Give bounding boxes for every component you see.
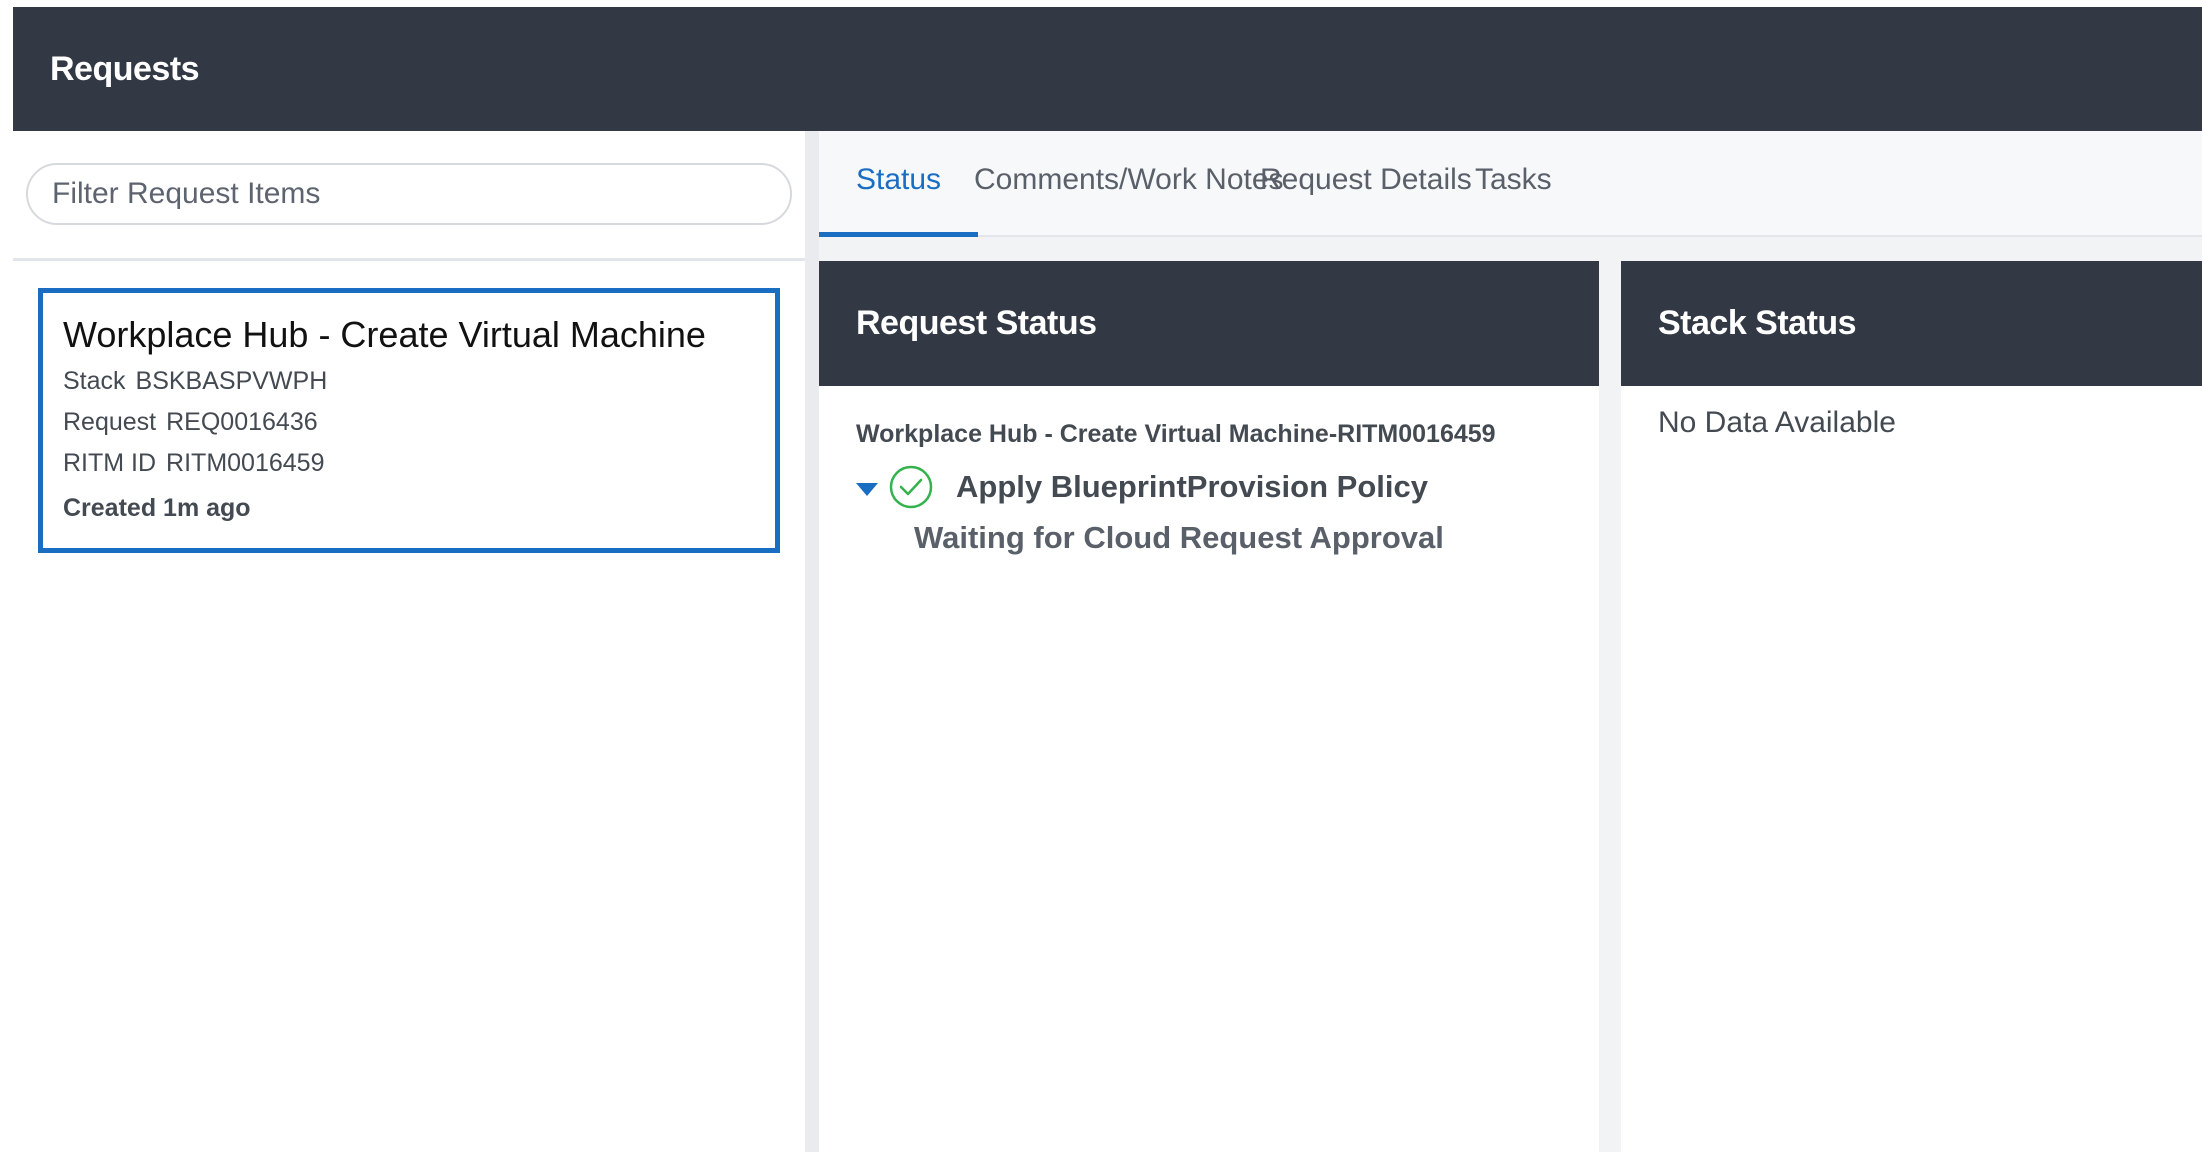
- created-timestamp: Created 1m ago: [63, 494, 251, 522]
- waiting-status-text: Waiting for Cloud Request Approval: [914, 520, 1444, 555]
- request-status-panel: Request Status Workplace Hub - Create Vi…: [819, 261, 1599, 1152]
- request-status-title: Request Status: [819, 261, 1599, 386]
- page-title: Requests: [50, 50, 200, 88]
- pane-separator[interactable]: [805, 131, 819, 1152]
- app-window: Requests Workplace Hub - Create Virtual …: [0, 0, 2202, 1152]
- main-content: Status Comments/Work Notes Request Detai…: [818, 131, 2202, 1152]
- ritm-row: RITM ID RITM0016459: [63, 443, 775, 484]
- request-item-card[interactable]: Workplace Hub - Create Virtual Machine S…: [38, 288, 780, 553]
- request-row: Request REQ0016436: [63, 402, 775, 443]
- policy-label: Apply BlueprintProvision Policy: [956, 469, 1428, 504]
- ritm-value: RITM0016459: [166, 449, 325, 477]
- request-value: REQ0016436: [166, 408, 318, 436]
- request-list-sidebar: Workplace Hub - Create Virtual Machine S…: [13, 131, 805, 1152]
- tab-request-details[interactable]: Request Details: [1260, 131, 1472, 235]
- request-item-line: Workplace Hub - Create Virtual Machine-R…: [856, 420, 1496, 448]
- sidebar-divider: [13, 258, 805, 261]
- stack-status-title: Stack Status: [1621, 261, 2202, 386]
- tab-status[interactable]: Status: [818, 131, 979, 237]
- top-header-bar: Requests: [13, 7, 2202, 131]
- stack-row: Stack BSKBASPVWPH: [63, 361, 775, 402]
- no-data-text: No Data Available: [1658, 406, 1896, 439]
- stack-value: BSKBASPVWPH: [135, 367, 328, 395]
- tab-comments-work-notes[interactable]: Comments/Work Notes: [974, 131, 1284, 235]
- filter-request-items-input[interactable]: [26, 163, 792, 225]
- stack-label: Stack: [63, 367, 126, 395]
- check-circle-icon: [889, 465, 933, 509]
- request-item-title: Workplace Hub - Create Virtual Machine: [63, 314, 706, 355]
- caret-down-icon[interactable]: [856, 482, 878, 496]
- request-label: Request: [63, 408, 157, 436]
- tab-tasks[interactable]: Tasks: [1475, 131, 1552, 235]
- ritm-label: RITM ID: [63, 449, 157, 477]
- stack-status-panel: Stack Status No Data Available: [1621, 261, 2202, 1152]
- policy-row: Apply BlueprintProvision Policy: [856, 462, 1428, 512]
- tab-bar: Status Comments/Work Notes Request Detai…: [818, 131, 2202, 237]
